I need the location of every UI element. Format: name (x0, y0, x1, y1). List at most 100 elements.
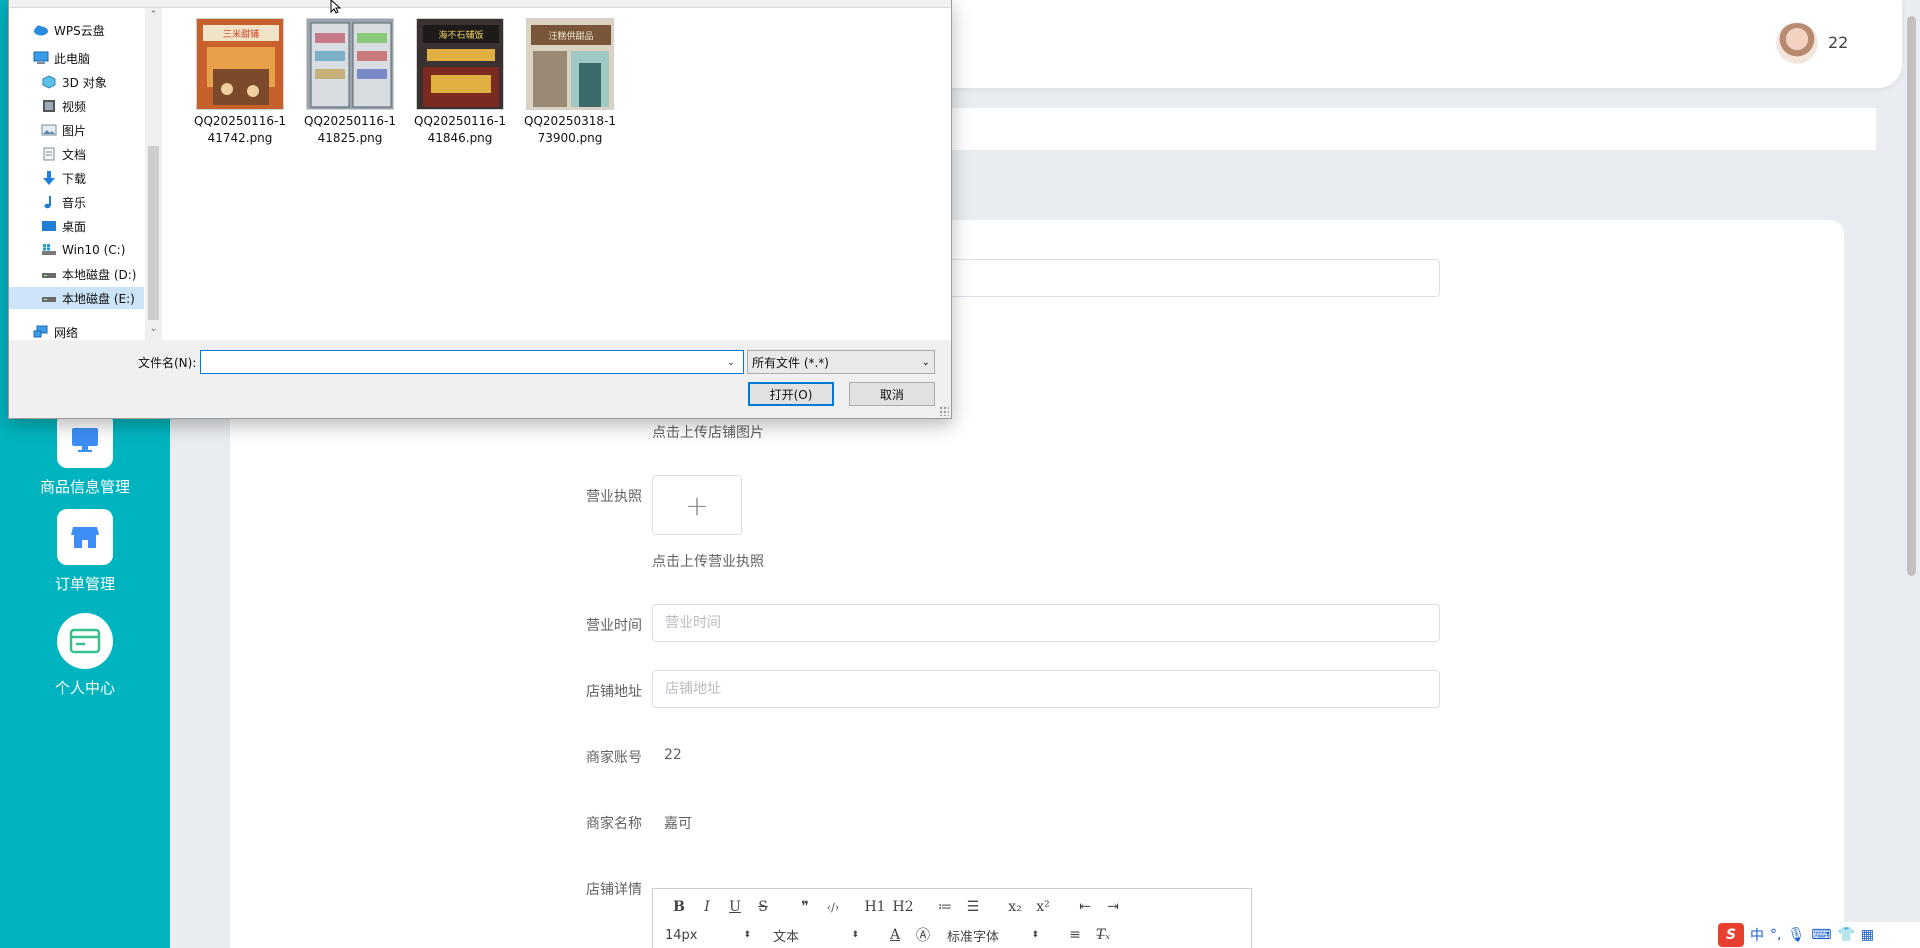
tree-item-this-pc[interactable]: 此电脑 (9, 47, 144, 69)
sidebar-item-orders[interactable]: 订单管理 (0, 509, 170, 594)
tree-item-label: 本地磁盘 (E:) (62, 291, 135, 306)
store-image-upload-hint[interactable]: 点击上传店铺图片 (652, 422, 764, 442)
block-type-value: 文本 (773, 929, 800, 945)
file-item[interactable]: QQ20250116-1 41825.png (300, 18, 400, 147)
code-button[interactable]: ‹/› (819, 901, 847, 914)
tree-item-pictures[interactable]: 图片 (9, 119, 144, 141)
keyboard-icon[interactable]: ⌨ (1811, 927, 1831, 943)
tree-scrollbar[interactable]: ⌃ ⌄ (145, 8, 162, 340)
shop-icon (57, 509, 113, 565)
picture-icon (41, 123, 57, 137)
resize-grip[interactable] (939, 406, 949, 416)
chevron-down-icon[interactable]: ⌄ (721, 352, 741, 372)
download-icon (41, 171, 57, 185)
align-icon[interactable]: ≡ (1061, 927, 1089, 943)
file-item[interactable]: 海不石辅饭 QQ20250116-1 41846.png (410, 18, 510, 147)
tree-item-wps-cloud[interactable]: WPS云盘 (9, 19, 144, 41)
business-hours-input[interactable] (652, 604, 1440, 642)
tree-item-drive-d[interactable]: 本地磁盘 (D:) (9, 263, 144, 285)
tree-item-3d-objects[interactable]: 3D 对象 (9, 71, 144, 93)
file-name-line2: 41825.png (317, 131, 383, 145)
italic-button[interactable]: I (693, 899, 721, 915)
tree-item-documents[interactable]: 文档 (9, 143, 144, 165)
shop-sign: 三米甜铺 (223, 28, 259, 40)
cancel-button[interactable]: 取消 (849, 382, 935, 406)
license-upload-hint[interactable]: 点击上传营业执照 (652, 551, 764, 571)
system-tray: S 中 °, 🎙 ⌨ 👕 ▦ (1716, 922, 1920, 948)
clear-format-icon[interactable]: T̶ₓ (1089, 927, 1117, 943)
block-type-select[interactable]: 文本 ⬍ (773, 926, 859, 945)
bullet-list-button[interactable]: ☰ (959, 899, 987, 915)
filename-label: 文件名(N): (138, 356, 197, 370)
tree-item-label: 音乐 (62, 195, 87, 210)
file-item[interactable]: 汪糕供甜品 QQ20250318-1 73900.png (520, 18, 620, 147)
font-size-select[interactable]: 14px ⬍ (665, 928, 751, 943)
tree-item-drive-c[interactable]: Win10 (C:) (9, 239, 144, 261)
superscript-button[interactable]: x² (1029, 899, 1057, 915)
tree-item-drive-e[interactable]: 本地磁盘 (E:) (9, 287, 144, 309)
subscript-button[interactable]: x₂ (1001, 899, 1029, 915)
merchant-name-value: 嘉可 (664, 816, 692, 832)
background-color-icon[interactable]: Ⓐ (909, 925, 937, 945)
open-button[interactable]: 打开(O) (748, 382, 834, 406)
avatar[interactable] (1776, 22, 1818, 64)
tree-item-label: 文档 (62, 147, 87, 162)
toolbox-icon[interactable]: ▦ (1861, 927, 1874, 943)
editor-toolbar-row2: 14px ⬍ 文本 ⬍ A Ⓐ 标准字体 ⬍ ≡ T̶ₓ (665, 925, 1117, 945)
ordered-list-button[interactable]: ≔ (931, 899, 959, 915)
network-icon (33, 325, 49, 339)
sidebar-item-profile[interactable]: 个人中心 (0, 613, 170, 698)
tree-item-music[interactable]: 音乐 (9, 191, 144, 213)
font-family-select[interactable]: 标准字体 ⬍ (947, 926, 1039, 945)
font-color-icon[interactable]: A (881, 927, 909, 943)
file-name: QQ20250116-1 41846.png (410, 113, 510, 147)
h1-button[interactable]: H1 (861, 899, 889, 915)
quote-button[interactable]: ❞ (791, 899, 819, 915)
file-name-line1: QQ20250318-1 (524, 114, 616, 128)
tree-item-desktop[interactable]: 桌面 (9, 215, 144, 237)
strike-button[interactable]: S (749, 899, 777, 915)
skin-icon[interactable]: 👕 (1837, 927, 1854, 943)
store-detail-label: 店铺详情 (586, 882, 642, 898)
chevron-up-icon[interactable]: ⌃ (148, 10, 159, 20)
tree-item-label: 3D 对象 (62, 75, 107, 90)
sogou-ime-icon[interactable]: S (1718, 923, 1744, 947)
tree-item-label: 桌面 (62, 219, 87, 234)
sidebar-item-goods[interactable]: 商品信息管理 (0, 412, 170, 497)
filetype-select[interactable]: 所有文件 (*.*) ⌄ (747, 350, 935, 374)
license-label: 营业执照 (586, 489, 642, 505)
page-scrollbar[interactable] (1907, 16, 1916, 576)
rich-text-editor[interactable]: B I U S ❞ ‹/› H1 H2 ≔ ☰ x₂ x² ⇤ ⇥ 14px ⬍ … (652, 888, 1252, 948)
file-thumbnail: 海不石辅饭 (416, 18, 504, 110)
store-address-input[interactable] (652, 670, 1440, 708)
merchant-name-label: 商家名称 (586, 816, 642, 832)
microphone-icon[interactable]: 🎙 (1787, 927, 1805, 943)
tree-item-label: 网络 (54, 325, 79, 340)
tree-item-network[interactable]: 网络 (9, 321, 144, 343)
font-family-value: 标准字体 (947, 929, 1000, 945)
tree-item-videos[interactable]: 视频 (9, 95, 144, 117)
tree-item-downloads[interactable]: 下载 (9, 167, 144, 189)
username[interactable]: 22 (1828, 33, 1848, 52)
file-item[interactable]: 三米甜铺 QQ20250116-1 41742.png (190, 18, 290, 147)
sidebar-item-label: 个人中心 (54, 679, 115, 697)
drive-icon (41, 291, 57, 305)
underline-button[interactable]: U (721, 899, 749, 915)
bold-button[interactable]: B (665, 899, 693, 915)
tree-item-label: 下载 (62, 171, 87, 186)
h2-button[interactable]: H2 (889, 899, 917, 915)
font-size-value: 14px (665, 927, 698, 943)
tree-item-label: 图片 (62, 123, 87, 138)
license-upload-box[interactable]: + (652, 475, 742, 535)
outdent-button[interactable]: ⇤ (1071, 899, 1099, 915)
filename-input[interactable] (200, 350, 744, 374)
drive-icon (41, 267, 57, 281)
cloud-icon (33, 23, 49, 37)
punctuation-icon[interactable]: °, (1770, 927, 1781, 943)
tree-scroll-thumb[interactable] (148, 146, 159, 320)
ime-mode[interactable]: 中 (1750, 925, 1764, 945)
monitor-icon (57, 412, 113, 468)
indent-button[interactable]: ⇥ (1099, 899, 1127, 915)
chevron-down-icon[interactable]: ⌄ (148, 324, 159, 334)
shop-sign: 汪糕供甜品 (548, 30, 593, 42)
